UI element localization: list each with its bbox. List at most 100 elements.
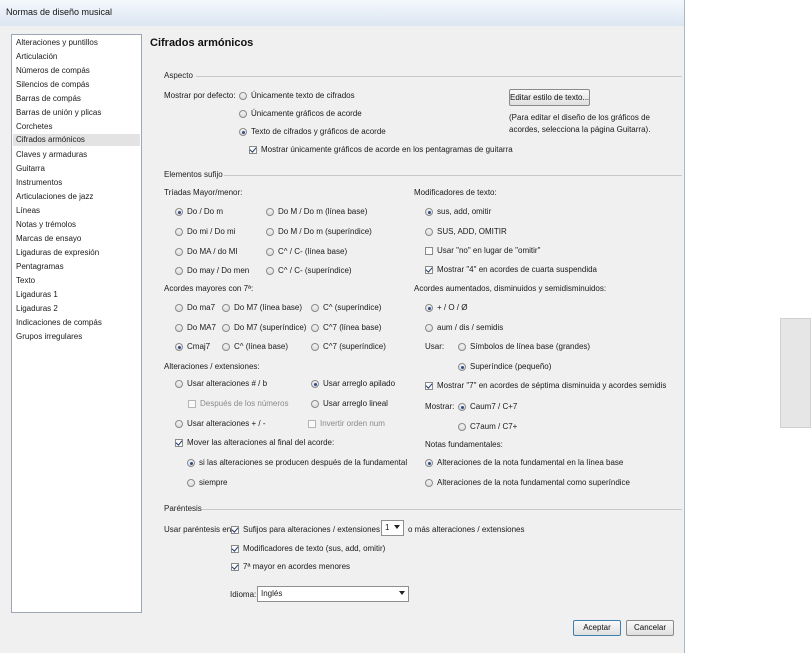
radio-show-c7aum[interactable] xyxy=(458,423,466,431)
sidebar-item-instrumentos[interactable]: Instrumentos xyxy=(16,178,62,187)
sidebar-item-silencios[interactable]: Silencios de compás xyxy=(16,80,89,89)
radio-major7-7[interactable] xyxy=(222,343,230,351)
radio-aug-symbols[interactable] xyxy=(425,304,433,312)
sidebar-item-ligaduras-1[interactable]: Ligaduras 1 xyxy=(16,290,58,299)
radio-triad-0-label[interactable]: Do / Do m xyxy=(187,207,223,216)
radio-major7-3-label[interactable]: Do MA7 xyxy=(187,323,216,332)
radio-root-baseline[interactable] xyxy=(425,459,433,467)
radio-major7-3[interactable] xyxy=(175,324,183,332)
radio-use-superscript-label[interactable]: Superíndice (pequeño) xyxy=(470,362,551,371)
radio-alt-sharp-flat-label[interactable]: Usar alteraciones # / b xyxy=(187,379,267,388)
radio-show-c7aum-label[interactable]: C7aum / C7+ xyxy=(470,422,517,431)
radio-major7-2[interactable] xyxy=(311,304,319,312)
sidebar-item-cifrados[interactable]: Cifrados armónicos xyxy=(13,134,140,146)
radio-triad-2[interactable] xyxy=(175,228,183,236)
sidebar-item-corchetes[interactable]: Corchetes xyxy=(16,122,52,131)
checkbox-move-alterations[interactable] xyxy=(175,439,183,447)
checkbox-text-modifiers[interactable] xyxy=(231,545,239,553)
radio-graphics-only[interactable] xyxy=(239,110,247,118)
radio-triad-5[interactable] xyxy=(266,248,274,256)
sidebar-item-numeros-compas[interactable]: Números de compás xyxy=(16,66,90,75)
radio-text-only-label[interactable]: Únicamente texto de cifrados xyxy=(251,91,355,100)
radio-major7-7-label[interactable]: C^ (línea base) xyxy=(234,342,288,351)
radio-triad-3[interactable] xyxy=(266,228,274,236)
radio-move-always[interactable] xyxy=(187,479,195,487)
radio-move-if-after[interactable] xyxy=(187,459,195,467)
radio-show-caum7-label[interactable]: Caum7 / C+7 xyxy=(470,402,517,411)
radio-major7-0[interactable] xyxy=(175,304,183,312)
radio-triad-1[interactable] xyxy=(266,208,274,216)
checkbox-show-4[interactable] xyxy=(425,266,433,274)
radio-root-baseline-label[interactable]: Alteraciones de la nota fundamental en l… xyxy=(437,458,623,467)
checkbox-invert-order[interactable] xyxy=(308,420,316,428)
radio-alt-linear-label[interactable]: Usar arreglo lineal xyxy=(323,399,388,408)
title-bar[interactable]: Normas de diseño musical xyxy=(0,0,684,27)
radio-text-mod-lower[interactable] xyxy=(425,208,433,216)
radio-triad-6-label[interactable]: Do may / Do men xyxy=(187,266,249,275)
radio-text-only[interactable] xyxy=(239,92,247,100)
checkbox-show-7-label[interactable]: Mostrar "7" en acordes de séptima dismin… xyxy=(437,381,666,390)
checkbox-after-numbers-label[interactable]: Después de los números xyxy=(200,399,289,408)
sidebar-item-texto[interactable]: Texto xyxy=(16,276,35,285)
radio-triad-7[interactable] xyxy=(266,267,274,275)
radio-root-superscript-label[interactable]: Alteraciones de la nota fundamental como… xyxy=(437,478,630,487)
radio-major7-1[interactable] xyxy=(222,304,230,312)
sidebar-item-barras-union[interactable]: Barras de unión y plicas xyxy=(16,108,101,117)
count-select[interactable]: 1 xyxy=(381,520,404,536)
radio-graphics-only-label[interactable]: Únicamente gráficos de acorde xyxy=(251,109,362,118)
radio-show-caum7[interactable] xyxy=(458,403,466,411)
accept-button[interactable]: Aceptar xyxy=(573,620,621,636)
radio-aug-words[interactable] xyxy=(425,324,433,332)
checkbox-guitar-only-label[interactable]: Mostrar únicamente gráficos de acorde en… xyxy=(261,145,513,154)
radio-use-superscript[interactable] xyxy=(458,363,466,371)
checkbox-invert-order-label[interactable]: Invertir orden num xyxy=(320,419,385,428)
radio-root-superscript[interactable] xyxy=(425,479,433,487)
radio-major7-0-label[interactable]: Do ma7 xyxy=(187,303,215,312)
checkbox-text-modifiers-label[interactable]: Modificadores de texto (sus, add, omitir… xyxy=(243,544,385,553)
checkbox-major7-minor[interactable] xyxy=(231,563,239,571)
radio-triad-2-label[interactable]: Do mi / Do mi xyxy=(187,227,235,236)
checkbox-suffix-alterations-label[interactable]: Sufijos para alteraciones / extensiones xyxy=(243,525,380,534)
radio-triad-0[interactable] xyxy=(175,208,183,216)
radio-use-baseline-label[interactable]: Símbolos de línea base (grandes) xyxy=(470,342,590,351)
cancel-button[interactable]: Cancelar xyxy=(626,620,674,636)
radio-major7-5-label[interactable]: C^7 (línea base) xyxy=(323,323,381,332)
radio-alt-stacked-label[interactable]: Usar arreglo apilado xyxy=(323,379,395,388)
radio-text-and-graphics-label[interactable]: Texto de cifrados y gráficos de acorde xyxy=(251,127,386,136)
radio-major7-6[interactable] xyxy=(175,343,183,351)
radio-major7-1-label[interactable]: Do M7 (línea base) xyxy=(234,303,302,312)
radio-move-always-label[interactable]: siempre xyxy=(199,478,227,487)
checkbox-suffix-alterations[interactable] xyxy=(231,526,239,534)
radio-aug-words-label[interactable]: aum / dis / semidis xyxy=(437,323,503,332)
checkbox-after-numbers[interactable] xyxy=(188,400,196,408)
radio-triad-3-label[interactable]: Do M / Do m (superíndice) xyxy=(278,227,372,236)
category-list[interactable]: Alteraciones y puntillos Articulación Nú… xyxy=(11,34,142,613)
checkbox-major7-minor-label[interactable]: 7ª mayor en acordes menores xyxy=(243,562,350,571)
sidebar-item-marcas-ensayo[interactable]: Marcas de ensayo xyxy=(16,234,81,243)
radio-use-baseline[interactable] xyxy=(458,343,466,351)
radio-major7-2-label[interactable]: C^ (superíndice) xyxy=(323,303,381,312)
sidebar-item-ligaduras-expresion[interactable]: Ligaduras de expresión xyxy=(16,248,99,257)
radio-major7-8[interactable] xyxy=(311,343,319,351)
sidebar-item-alteraciones[interactable]: Alteraciones y puntillos xyxy=(16,38,98,47)
radio-alt-plus-minus-label[interactable]: Usar alteraciones + / - xyxy=(187,419,265,428)
checkbox-show-7[interactable] xyxy=(425,382,433,390)
radio-alt-linear[interactable] xyxy=(311,400,319,408)
radio-text-mod-upper[interactable] xyxy=(425,228,433,236)
checkbox-use-no-label[interactable]: Usar "no" en lugar de "omitir" xyxy=(437,246,540,255)
radio-major7-5[interactable] xyxy=(311,324,319,332)
radio-text-mod-lower-label[interactable]: sus, add, omitir xyxy=(437,207,491,216)
sidebar-item-guitarra[interactable]: Guitarra xyxy=(16,164,45,173)
sidebar-item-notas-tremolos[interactable]: Notas y trémolos xyxy=(16,220,76,229)
radio-text-mod-upper-label[interactable]: SUS, ADD, OMITIR xyxy=(437,227,507,236)
sidebar-item-pentagramas[interactable]: Pentagramas xyxy=(16,262,64,271)
sidebar-item-articulaciones-jazz[interactable]: Articulaciones de jazz xyxy=(16,192,93,201)
radio-major7-4-label[interactable]: Do M7 (superíndice) xyxy=(234,323,306,332)
sidebar-item-grupos-irregulares[interactable]: Grupos irregulares xyxy=(16,332,82,341)
radio-major7-4[interactable] xyxy=(222,324,230,332)
radio-alt-sharp-flat[interactable] xyxy=(175,380,183,388)
radio-alt-stacked[interactable] xyxy=(311,380,319,388)
radio-move-if-after-label[interactable]: si las alteraciones se producen después … xyxy=(199,458,407,467)
radio-triad-6[interactable] xyxy=(175,267,183,275)
radio-alt-plus-minus[interactable] xyxy=(175,420,183,428)
